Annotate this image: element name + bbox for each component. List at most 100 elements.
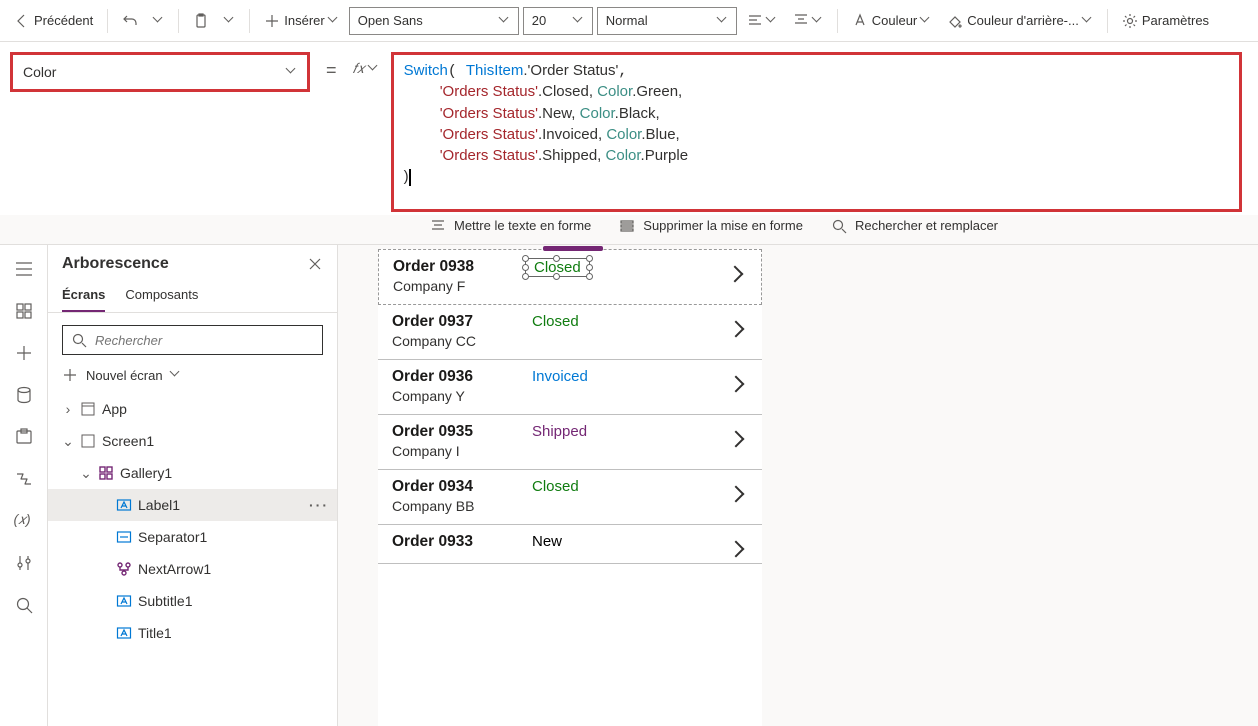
chevron-right-icon[interactable] <box>730 543 744 557</box>
tree-item-app[interactable]: › App <box>48 393 337 425</box>
gallery-icon <box>98 465 114 481</box>
order-status-label[interactable]: Closed <box>525 258 590 277</box>
tree-item-label: Subtitle1 <box>138 593 192 609</box>
resize-handle[interactable] <box>586 273 593 280</box>
arrow-icon <box>116 561 132 577</box>
chevron-down-icon <box>574 16 584 26</box>
chevron-down-icon <box>1083 16 1093 26</box>
remove-format-button[interactable]: Supprimer la mise en forme <box>619 218 803 234</box>
tab-components[interactable]: Composants <box>125 279 198 312</box>
order-status-label: New <box>524 533 570 550</box>
chevron-down-icon <box>767 16 777 26</box>
resize-handle[interactable] <box>586 255 593 262</box>
tree-item-gallery1[interactable]: ⌄Gallery1 <box>48 457 337 489</box>
resize-handle[interactable] <box>522 255 529 262</box>
gallery-item[interactable]: Order 0936Company YInvoiced <box>378 360 762 415</box>
find-replace-button[interactable]: Rechercher et remplacer <box>831 218 998 234</box>
insert-button[interactable]: Insérer <box>258 9 344 33</box>
back-button[interactable]: Précédent <box>8 9 99 33</box>
valign-button[interactable] <box>787 9 829 33</box>
resize-handle[interactable] <box>553 255 560 262</box>
undo-chevron[interactable] <box>148 12 170 30</box>
expand-icon[interactable]: ⌄ <box>80 465 92 482</box>
property-dropdown[interactable]: Color <box>10 52 310 92</box>
search-rail-icon[interactable] <box>14 595 34 615</box>
clipboard-icon <box>193 13 209 29</box>
tree-item-screen1[interactable]: ⌄ Screen1 <box>48 425 337 457</box>
font-value: Open Sans <box>358 13 423 28</box>
separator <box>1107 9 1108 33</box>
chevron-right-icon[interactable] <box>730 378 744 392</box>
format-label: Mettre le texte en forme <box>454 218 591 233</box>
order-subtitle: Company I <box>392 443 748 459</box>
text-color-button[interactable]: Couleur <box>846 9 938 33</box>
close-icon[interactable] <box>307 256 323 272</box>
app-icon <box>80 401 96 417</box>
chevron-right-icon[interactable] <box>730 433 744 447</box>
valign-icon <box>793 13 809 29</box>
fontsize-dropdown[interactable]: 20 <box>523 7 593 35</box>
gallery-item[interactable]: Order 0933New <box>378 525 762 564</box>
label-icon <box>116 625 132 641</box>
chevron-down-icon <box>921 16 931 26</box>
new-screen-button[interactable]: Nouvel écran <box>48 361 337 389</box>
resize-handle[interactable] <box>522 264 529 271</box>
fx-button[interactable]: 𝑓𝑥 <box>347 42 385 77</box>
tree-item-label1[interactable]: Label1··· <box>48 489 337 521</box>
sep-icon <box>116 529 132 545</box>
fx-label: 𝑓𝑥 <box>353 60 365 77</box>
data-icon[interactable] <box>14 385 34 405</box>
order-subtitle: Company CC <box>392 333 748 349</box>
formula-editor[interactable]: Switch( ThisItem.'Order Status', 'Orders… <box>391 52 1242 212</box>
more-icon[interactable]: ··· <box>309 497 329 513</box>
undo-button[interactable] <box>116 9 144 33</box>
chevron-down-icon <box>329 16 339 26</box>
tree-item-label: NextArrow1 <box>138 561 211 577</box>
font-dropdown[interactable]: Open Sans <box>349 7 519 35</box>
tree-item-label: App <box>102 401 127 417</box>
left-rail: (𝑥) <box>0 245 48 726</box>
canvas[interactable]: Order 0938Company FClosedOrder 0937Compa… <box>338 245 1258 726</box>
gallery-item[interactable]: Order 0934Company BBClosed <box>378 470 762 525</box>
chevron-right-icon[interactable] <box>730 323 744 337</box>
insert-rail-icon[interactable] <box>14 343 34 363</box>
tools-icon[interactable] <box>14 553 34 573</box>
tree-search-input[interactable] <box>95 333 314 348</box>
resize-handle[interactable] <box>586 264 593 271</box>
chevron-down-icon <box>287 67 297 77</box>
gallery-item[interactable]: Order 0938Company FClosed <box>378 249 762 305</box>
insert-label: Insérer <box>284 13 324 28</box>
settings-button[interactable]: Paramètres <box>1116 9 1215 33</box>
tree-item-subtitle1[interactable]: Subtitle1 <box>48 585 337 617</box>
tree-item-separator1[interactable]: Separator1 <box>48 521 337 553</box>
formula-row: Color = 𝑓𝑥 Switch( ThisItem.'Order Statu… <box>0 42 1258 219</box>
weight-value: Normal <box>606 13 648 28</box>
chevron-right-icon[interactable] <box>730 488 744 502</box>
chevron-right-icon[interactable] <box>729 268 743 282</box>
order-subtitle: Company BB <box>392 498 748 514</box>
tree-item-title1[interactable]: Title1 <box>48 617 337 649</box>
gallery-item[interactable]: Order 0937Company CCClosed <box>378 305 762 360</box>
tree-view-icon[interactable] <box>14 301 34 321</box>
variable-icon[interactable]: (𝑥) <box>14 511 34 531</box>
bg-color-button[interactable]: Couleur d'arrière-... <box>941 9 1099 33</box>
tree-item-label: Screen1 <box>102 433 154 449</box>
tree-header: Arborescence <box>48 245 337 279</box>
gallery-item[interactable]: Order 0935Company IShipped <box>378 415 762 470</box>
resize-handle[interactable] <box>522 273 529 280</box>
align-button[interactable] <box>741 9 783 33</box>
format-text-button[interactable]: Mettre le texte en forme <box>430 218 591 234</box>
phone-preview: Order 0938Company FClosedOrder 0937Compa… <box>378 249 762 726</box>
expand-icon[interactable]: ⌄ <box>62 433 74 450</box>
tree-search[interactable] <box>62 325 323 355</box>
media-icon[interactable] <box>14 427 34 447</box>
flow-icon[interactable] <box>14 469 34 489</box>
tab-screens[interactable]: Écrans <box>62 279 105 312</box>
fontweight-dropdown[interactable]: Normal <box>597 7 737 35</box>
expand-icon[interactable]: › <box>62 401 74 417</box>
paste-chevron[interactable] <box>219 12 241 30</box>
paste-button[interactable] <box>187 9 215 33</box>
order-status-label: Closed <box>524 313 587 330</box>
tree-item-nextarrow1[interactable]: NextArrow1 <box>48 553 337 585</box>
hamburger-icon[interactable] <box>14 259 34 279</box>
